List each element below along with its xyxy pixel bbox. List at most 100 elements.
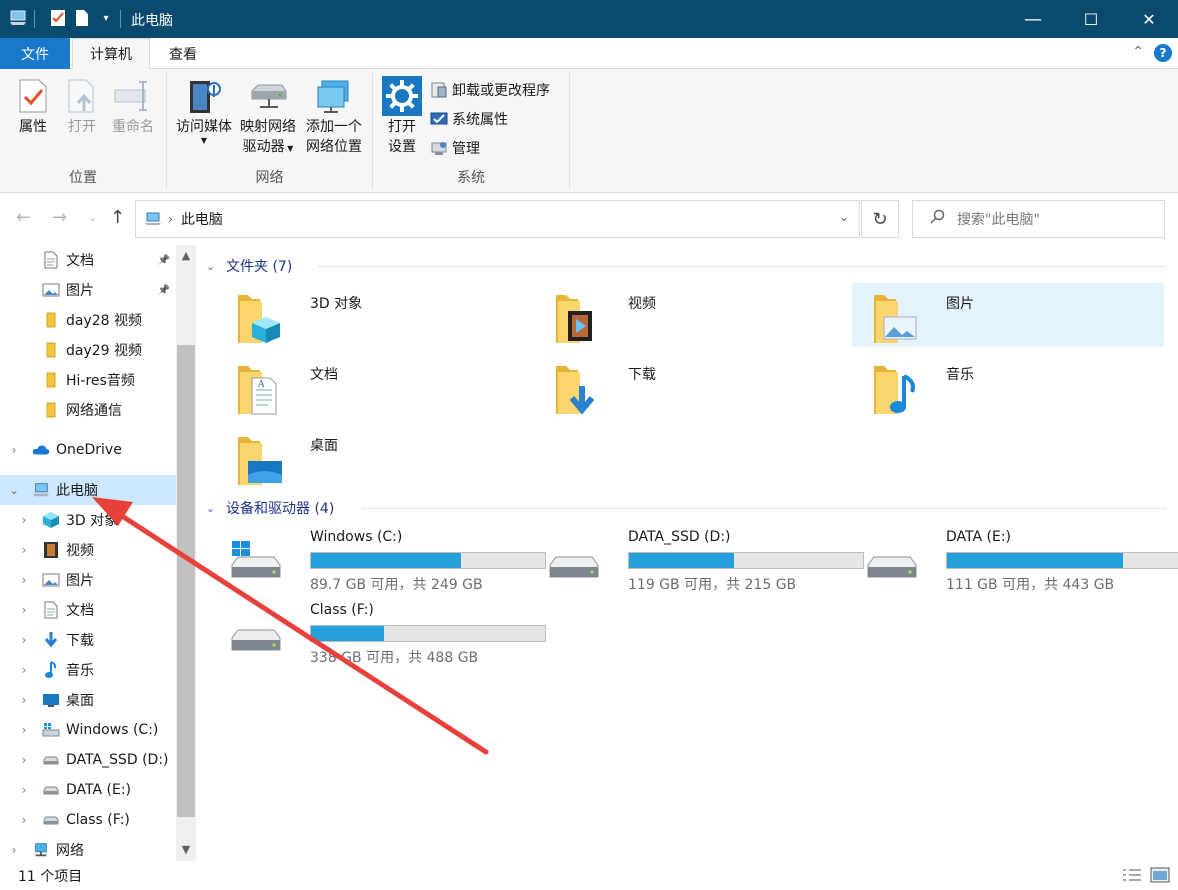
scrollbar-thumb[interactable]: [177, 345, 195, 817]
drive-usage-bar: [310, 552, 546, 569]
folder-tile[interactable]: 音乐: [852, 354, 1164, 418]
system-properties-button[interactable]: 系统属性: [429, 108, 508, 130]
open-button[interactable]: 打开: [60, 75, 104, 137]
map-network-drive-button[interactable]: 映射网络 驱动器 ▼: [237, 75, 299, 159]
onedrive-icon: [32, 441, 50, 459]
expand-chevron-icon[interactable]: ›: [18, 573, 30, 587]
sidebar-item-label: 图片: [66, 573, 94, 589]
sidebar-item[interactable]: › DATA (E:): [0, 775, 176, 805]
sidebar-item-network[interactable]: › 网络: [0, 835, 176, 861]
rename-label: 重命名: [112, 119, 154, 135]
sidebar-item[interactable]: › Windows (C:): [0, 715, 176, 745]
sidebar-item[interactable]: › 音乐: [0, 655, 176, 685]
expand-chevron-icon[interactable]: ›: [18, 693, 30, 707]
properties-button[interactable]: 属性: [8, 75, 58, 137]
help-icon[interactable]: ?: [1154, 44, 1172, 62]
drive-tile[interactable]: Class (F:) 338 GB 可用，共 488 GB: [216, 602, 546, 666]
sidebar-item[interactable]: › 桌面: [0, 685, 176, 715]
breadcrumb[interactable]: 此电脑: [181, 209, 223, 229]
expand-chevron-icon[interactable]: ›: [8, 443, 20, 457]
forward-arrow-icon[interactable]: →: [52, 207, 67, 228]
sidebar-item[interactable]: 图片 📌: [0, 275, 176, 305]
sidebar-item[interactable]: › 下载: [0, 625, 176, 655]
expand-chevron-icon[interactable]: ›: [18, 813, 30, 827]
sidebar-item-label: day29 视频: [66, 343, 143, 359]
new-folder-quick-icon[interactable]: [72, 8, 92, 28]
sidebar-item[interactable]: › Class (F:): [0, 805, 176, 835]
expand-chevron-icon[interactable]: ›: [18, 603, 30, 617]
folder-tile[interactable]: 下载: [534, 354, 846, 418]
rename-button[interactable]: 重命名: [106, 75, 160, 137]
expand-chevron-icon[interactable]: ›: [8, 843, 20, 857]
expand-chevron-icon[interactable]: ›: [18, 753, 30, 767]
tab-computer[interactable]: 计算机: [72, 38, 150, 70]
folder-tile[interactable]: 桌面: [216, 425, 528, 489]
sidebar-item[interactable]: 网络通信: [0, 395, 176, 425]
refresh-button[interactable]: ↻: [861, 200, 899, 238]
section-collapse-icon: ⌄: [206, 501, 216, 515]
this-pc-address-icon: [144, 212, 162, 226]
folder-tile[interactable]: 图片: [852, 283, 1164, 347]
expand-chevron-icon[interactable]: ›: [18, 723, 30, 737]
expand-chevron-icon[interactable]: ›: [18, 783, 30, 797]
tab-view[interactable]: 查看: [150, 38, 216, 69]
manage-icon: [429, 138, 449, 158]
sidebar-item-onedrive[interactable]: › OneDrive: [0, 435, 176, 465]
breadcrumb-chevron-icon[interactable]: ›: [168, 212, 173, 226]
sidebar-item[interactable]: day29 视频: [0, 335, 176, 365]
address-bar[interactable]: › 此电脑 ⌄: [135, 200, 860, 238]
address-history-dropdown-icon[interactable]: ⌄: [839, 210, 849, 224]
sidebar-scrollbar[interactable]: ▲ ▼: [176, 245, 196, 861]
expand-chevron-icon[interactable]: ›: [18, 543, 30, 557]
tab-file[interactable]: 文件: [0, 38, 70, 69]
sidebar-item[interactable]: Hi-res音频: [0, 365, 176, 395]
scroll-up-icon[interactable]: ▲: [176, 249, 196, 262]
drive-tile[interactable]: Windows (C:) 89.7 GB 可用，共 249 GB: [216, 529, 546, 593]
details-view-icon[interactable]: [1122, 867, 1142, 887]
uninstall-programs-button[interactable]: 卸载或更改程序: [429, 79, 550, 101]
open-settings-button[interactable]: 打开 设置: [379, 75, 425, 157]
pin-icon[interactable]: 📌: [158, 255, 170, 266]
sidebar-item[interactable]: day28 视频: [0, 305, 176, 335]
minimize-button[interactable]: —: [1004, 0, 1062, 38]
recent-locations-icon[interactable]: ⌄: [88, 211, 97, 224]
drive-tile[interactable]: DATA_SSD (D:) 119 GB 可用，共 215 GB: [534, 529, 864, 593]
sidebar-item[interactable]: 文档 📌: [0, 245, 176, 275]
sidebar-item[interactable]: › 视频: [0, 535, 176, 565]
sidebar-item-this-pc[interactable]: ⌄ 此电脑: [0, 475, 176, 505]
collapse-ribbon-icon[interactable]: ⌃: [1132, 44, 1144, 60]
properties-quick-icon[interactable]: [48, 8, 68, 28]
pin-icon[interactable]: 📌: [158, 285, 170, 296]
folder-icon: [42, 401, 60, 419]
sidebar-item[interactable]: › 图片: [0, 565, 176, 595]
sidebar-item[interactable]: › 文档: [0, 595, 176, 625]
back-arrow-icon[interactable]: ←: [16, 207, 31, 228]
expanded-chevron-icon[interactable]: ⌄: [8, 483, 20, 497]
folder-tile[interactable]: A 文档: [216, 354, 528, 418]
scroll-down-icon[interactable]: ▼: [176, 843, 196, 856]
sidebar-item-label: 音乐: [66, 663, 94, 679]
customize-quick-access-icon[interactable]: ▾: [96, 8, 116, 28]
expand-chevron-icon[interactable]: ›: [18, 633, 30, 647]
maximize-button[interactable]: ☐: [1062, 0, 1120, 38]
up-arrow-icon[interactable]: ↑: [110, 207, 125, 228]
access-media-button[interactable]: 访问媒体 ▼: [171, 75, 237, 145]
drives-section-header[interactable]: ⌄ 设备和驱动器 (4): [206, 497, 1166, 519]
folders-section-header[interactable]: ⌄ 文件夹 (7): [206, 255, 1166, 277]
folder-name: 桌面: [310, 438, 338, 454]
drive-usage-fill: [629, 553, 735, 568]
sidebar-item[interactable]: › 3D 对象: [0, 505, 176, 535]
sidebar-item[interactable]: › DATA_SSD (D:): [0, 745, 176, 775]
expand-chevron-icon[interactable]: ›: [18, 513, 30, 527]
search-input[interactable]: 搜索"此电脑": [912, 200, 1165, 238]
folder-tile[interactable]: 视频: [534, 283, 846, 347]
drive-tile[interactable]: DATA (E:) 111 GB 可用，共 443 GB: [852, 529, 1178, 593]
expand-chevron-icon[interactable]: ›: [18, 663, 30, 677]
large-icons-view-icon[interactable]: [1150, 867, 1170, 887]
this-pc-window-icon[interactable]: [8, 8, 28, 28]
close-button[interactable]: ✕: [1120, 0, 1178, 38]
properties-icon: [8, 75, 58, 117]
add-network-location-button[interactable]: 添加一个 网络位置: [301, 75, 367, 157]
manage-button[interactable]: 管理: [429, 137, 480, 159]
folder-tile[interactable]: 3D 对象: [216, 283, 528, 347]
